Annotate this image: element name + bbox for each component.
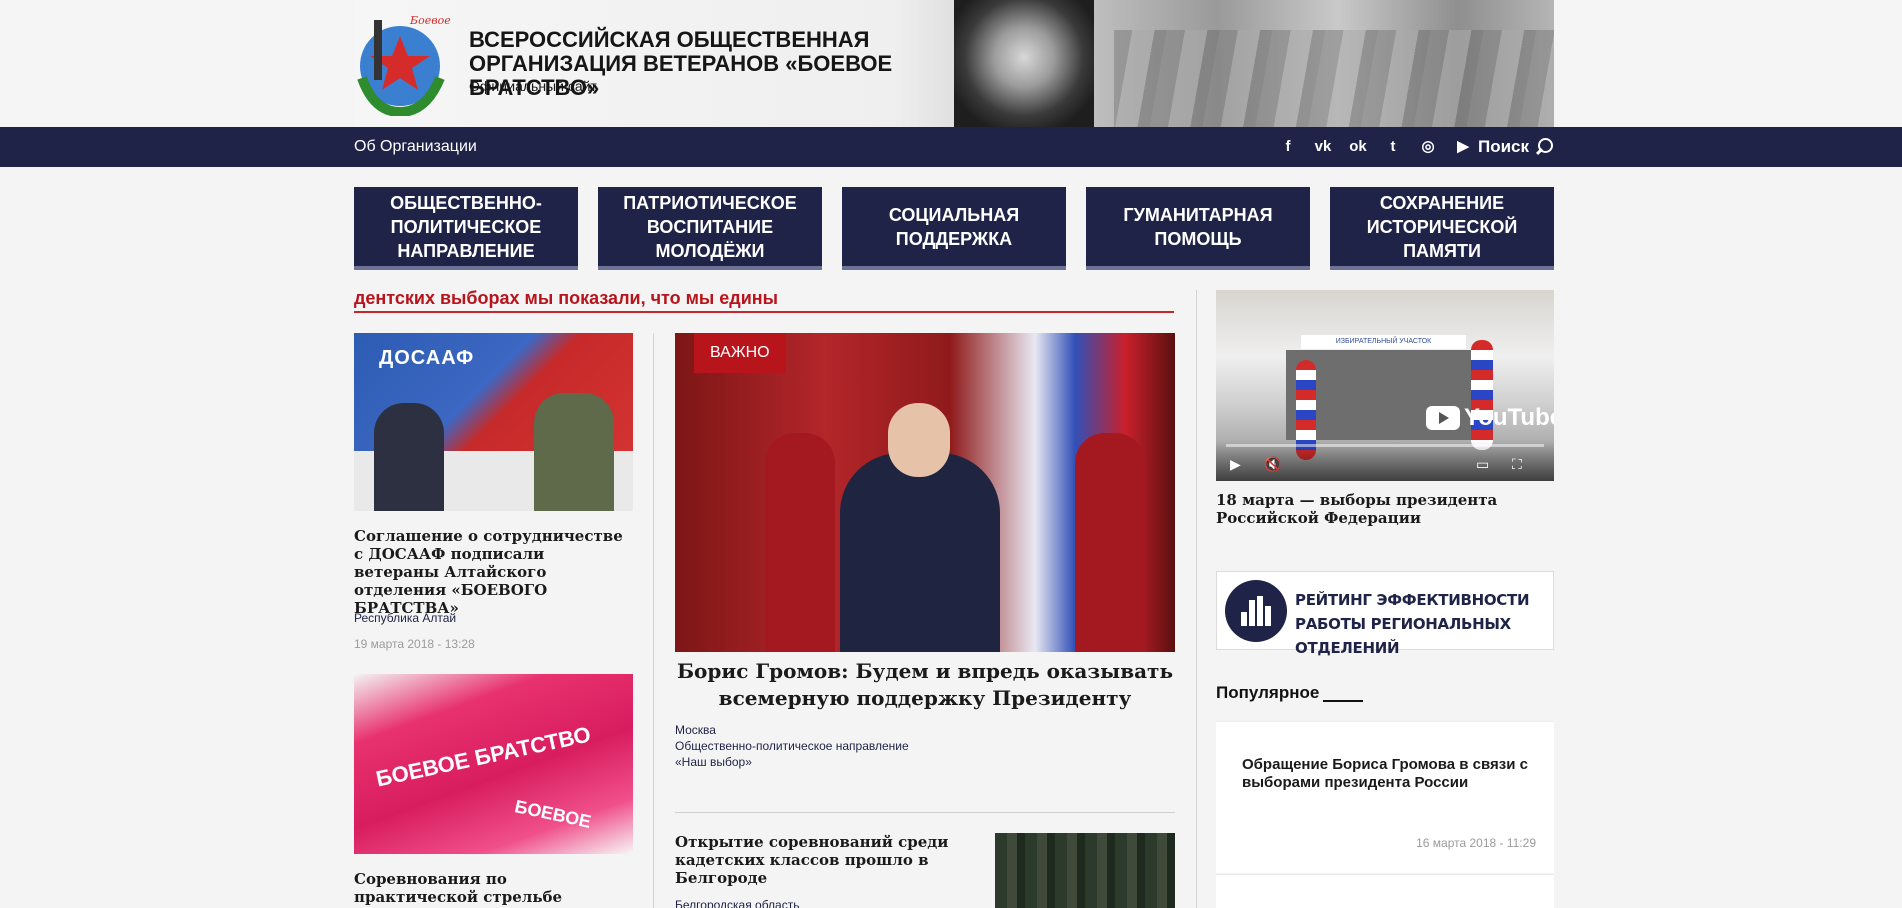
youtube-brand[interactable]: YouTube: [1426, 404, 1554, 432]
feature-meta: Москва Общественно-политическое направле…: [675, 722, 909, 770]
vk-icon[interactable]: vk: [1311, 135, 1335, 159]
header-photo-tanks: [1114, 30, 1554, 127]
logo-text: Боевое братство: [409, 14, 450, 27]
image-person: [534, 393, 614, 511]
rating-text: РЕЙТИНГ ЭФФЕКТИВНОСТИ РАБОТЫ РЕГИОНАЛЬНЫ…: [1295, 591, 1530, 657]
facebook-icon[interactable]: f: [1276, 135, 1300, 159]
image-speaker: [840, 453, 1000, 652]
popular-item[interactable]: Обращение Бориса Громова в связи с выбор…: [1216, 721, 1554, 873]
popular-item-title[interactable]: Обращение Бориса Громова в связи с выбор…: [1242, 756, 1542, 792]
article-region[interactable]: Республика Алтай: [354, 610, 456, 626]
column-divider: [653, 333, 654, 908]
video-player[interactable]: ИЗБИРАТЕЛЬНЫЙ УЧАСТОК YouTube ▶ 🔇 ▭ ⛶: [1216, 290, 1554, 481]
category-political[interactable]: ОБЩЕСТВЕННО-ПОЛИТИЧЕСКОЕ НАПРАВЛЕНИЕ: [354, 187, 578, 270]
video-caption[interactable]: 18 марта — выборы президента Российской …: [1216, 491, 1516, 527]
site-logo[interactable]: Боевое братство: [354, 8, 515, 118]
video-balloons: [1471, 340, 1493, 450]
youtube-label: YouTube: [1464, 404, 1554, 431]
twitter-icon[interactable]: t: [1381, 135, 1405, 159]
bar-chart-icon: [1225, 580, 1287, 642]
odnoklassniki-icon[interactable]: ok: [1346, 135, 1370, 159]
popular-item[interactable]: [1216, 874, 1554, 908]
article-date: 19 марта 2018 - 13:28: [354, 637, 475, 651]
video-banner-text: ИЗБИРАТЕЛЬНЫЙ УЧАСТОК: [1301, 335, 1466, 349]
news-ticker[interactable]: дентских выборах мы показали, что мы еди…: [354, 288, 1174, 312]
site-header: Боевое братство ВСЕРОССИЙСКАЯ ОБЩЕСТВЕНН…: [0, 0, 1902, 127]
category-tabs: ОБЩЕСТВЕННО-ПОЛИТИЧЕСКОЕ НАПРАВЛЕНИЕ ПАТ…: [354, 187, 1554, 270]
article-image[interactable]: ДОСААФ: [354, 333, 633, 511]
popular-item-date: 16 марта 2018 - 11:29: [1416, 836, 1536, 850]
feature-region[interactable]: Москва: [675, 722, 909, 738]
article-image[interactable]: БОЕВОЕ БРАТСТВО БОЕВОЕ: [354, 674, 633, 854]
video-progress-bar[interactable]: [1226, 444, 1544, 447]
image-flag-text: БОЕВОЕ БРАТСТВО: [373, 721, 593, 792]
search-icon: [1535, 138, 1554, 156]
image-flag-text: БОЕВОЕ: [512, 796, 593, 832]
nav-about-link[interactable]: Об Организации: [354, 127, 477, 167]
category-social[interactable]: СОЦИАЛЬНАЯ ПОДДЕРЖКА: [842, 187, 1066, 270]
category-humanitarian[interactable]: ГУМАНИТАРНАЯ ПОМОЩЬ: [1086, 187, 1310, 270]
instagram-icon[interactable]: ◎: [1416, 135, 1440, 159]
ticker-underline: [354, 311, 1174, 313]
important-badge: ВАЖНО: [694, 333, 786, 373]
youtube-play-icon: [1426, 406, 1460, 430]
article-region[interactable]: Белгородская область: [675, 897, 799, 908]
feature-image[interactable]: [675, 333, 1175, 652]
image-guard: [765, 433, 835, 652]
image-flag-text: ДОСААФ: [379, 347, 475, 369]
popular-heading: Популярное: [1216, 683, 1363, 703]
image-speaker-head: [888, 403, 950, 477]
org-title-line1: ВСЕРОССИЙСКАЯ ОБЩЕСТВЕННАЯ: [469, 27, 870, 52]
search-button[interactable]: Поиск: [1478, 127, 1554, 167]
article-title[interactable]: Соглашение о сотрудничестве с ДОСААФ под…: [354, 527, 633, 617]
image-guard: [1075, 433, 1145, 652]
column-divider: [1196, 290, 1197, 908]
mute-icon[interactable]: 🔇: [1264, 456, 1281, 473]
category-memory[interactable]: СОХРАНЕНИЕ ИСТОРИЧЕСКОЙ ПАМЯТИ: [1330, 187, 1554, 270]
section-divider: [675, 812, 1175, 813]
feature-tag[interactable]: «Наш выбор»: [675, 754, 909, 770]
image-person: [374, 403, 444, 511]
rating-banner[interactable]: РЕЙТИНГ ЭФФЕКТИВНОСТИ РАБОТЫ РЕГИОНАЛЬНЫ…: [1216, 571, 1554, 657]
article-title[interactable]: Соревнования по практической стрельбе пр…: [354, 870, 633, 908]
top-navbar: Об Организации f vk ok t ◎ ▶ Поиск: [0, 127, 1902, 167]
fullscreen-icon[interactable]: ⛶: [1512, 456, 1522, 473]
article-title[interactable]: Открытие соревнований среди кадетских кл…: [675, 833, 965, 887]
article-image[interactable]: [995, 833, 1175, 908]
category-patriotic[interactable]: ПАТРИОТИЧЕСКОЕ ВОСПИТАНИЕ МОЛОДЁЖИ: [598, 187, 822, 270]
play-icon[interactable]: ▶: [1230, 456, 1241, 473]
social-links: f vk ok t ◎ ▶: [1276, 135, 1475, 159]
subtitles-icon[interactable]: ▭: [1476, 456, 1489, 473]
feature-title[interactable]: Борис Громов: Будем и впредь оказывать в…: [675, 658, 1175, 712]
youtube-icon[interactable]: ▶: [1451, 135, 1475, 159]
org-subtitle: Официальный сайт: [469, 78, 597, 94]
search-label: Поиск: [1478, 137, 1530, 156]
feature-category[interactable]: Общественно-политическое направление: [675, 738, 909, 754]
